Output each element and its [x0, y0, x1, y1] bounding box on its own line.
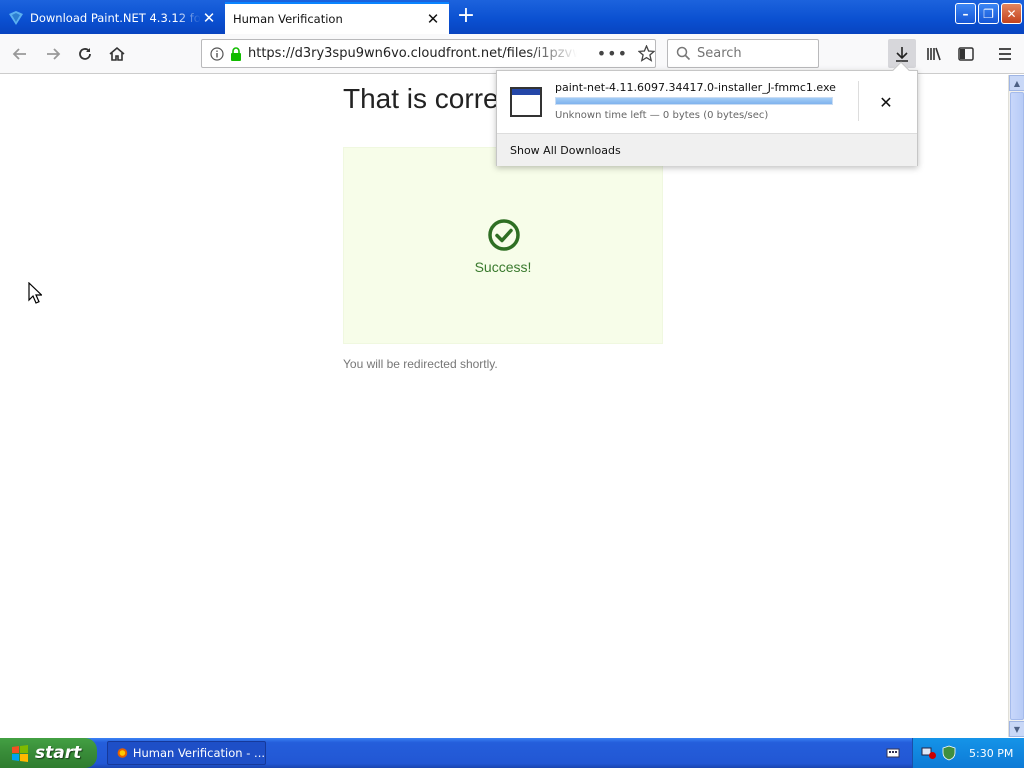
- reload-icon[interactable]: [73, 42, 97, 66]
- tab-title: Human Verification: [233, 12, 343, 26]
- page-content: That is correct! Success! You will be re…: [0, 75, 1008, 737]
- new-tab-button[interactable]: +: [452, 4, 480, 30]
- search-placeholder: Search: [697, 46, 742, 61]
- restore-button[interactable]: ❐: [978, 3, 999, 24]
- system-tray: 5:30 PM: [912, 738, 1024, 768]
- tab-human-verification[interactable]: Human Verification ✕: [225, 2, 449, 34]
- success-check-icon: [488, 219, 520, 251]
- redirect-message: You will be redirected shortly.: [343, 357, 498, 371]
- back-icon[interactable]: [8, 42, 32, 66]
- taskbar-item-label: Human Verification - ...: [132, 746, 265, 760]
- browser-app-icon: [117, 748, 128, 758]
- downloads-panel: paint-net-4.11.6097.34417.0-installer_J-…: [496, 61, 918, 166]
- navigation-toolbar: https://d3ry3spu9wn6vo.cloudfront.net/fi…: [0, 34, 1024, 74]
- home-icon[interactable]: [105, 42, 129, 66]
- bookmark-star-icon[interactable]: [638, 45, 655, 62]
- menu-icon[interactable]: [993, 42, 1017, 66]
- taskbar: start Human Verification - ... 5:30 PM: [0, 738, 1024, 768]
- minimize-button[interactable]: –: [955, 3, 976, 24]
- close-tab-icon[interactable]: ✕: [425, 11, 441, 27]
- tab-strip: Download Paint.NET 4.3.12 for W ✕ Human …: [0, 0, 1024, 34]
- search-icon: [676, 46, 691, 61]
- download-status: Unknown time left — 0 bytes (0 bytes/sec…: [555, 110, 769, 121]
- keyboard-icon[interactable]: [886, 746, 900, 760]
- info-icon[interactable]: [210, 46, 224, 61]
- exe-file-icon: [510, 87, 542, 117]
- download-progress-bar: [555, 97, 833, 105]
- paintnet-favicon-icon: [9, 11, 23, 25]
- divider: [858, 81, 859, 121]
- success-box: Success!: [343, 147, 663, 344]
- forward-icon[interactable]: [41, 42, 65, 66]
- start-button[interactable]: start: [0, 738, 97, 768]
- network-icon[interactable]: [921, 745, 937, 761]
- url-text: https://d3ry3spu9wn6vo.cloudfront.net/fi…: [248, 46, 577, 61]
- download-progress-fill: [556, 98, 832, 104]
- windows-flag-icon: [12, 745, 28, 762]
- page-actions-icon[interactable]: •••: [597, 44, 628, 63]
- lock-icon[interactable]: [230, 46, 242, 61]
- vertical-scrollbar[interactable]: ▲ ▼: [1008, 75, 1024, 737]
- library-icon[interactable]: [922, 42, 946, 66]
- download-filename[interactable]: paint-net-4.11.6097.34417.0-installer_J-…: [555, 81, 836, 94]
- scroll-thumb[interactable]: [1010, 92, 1024, 720]
- success-message: Success!: [474, 259, 532, 275]
- scroll-up-icon[interactable]: ▲: [1009, 75, 1024, 91]
- start-label: start: [35, 743, 82, 763]
- tab-download-paintnet[interactable]: Download Paint.NET 4.3.12 for W ✕: [0, 2, 225, 34]
- close-tab-icon[interactable]: ✕: [201, 10, 217, 26]
- scroll-down-icon[interactable]: ▼: [1009, 721, 1024, 737]
- mouse-cursor-icon: [28, 282, 42, 304]
- sidebar-icon[interactable]: [954, 42, 978, 66]
- url-bar[interactable]: https://d3ry3spu9wn6vo.cloudfront.net/fi…: [201, 39, 656, 68]
- clock[interactable]: 5:30 PM: [969, 747, 1013, 760]
- search-input[interactable]: Search: [667, 39, 819, 68]
- taskbar-item-human-verification[interactable]: Human Verification - ...: [107, 741, 266, 765]
- window-controls: – ❐ ✕: [955, 3, 1022, 24]
- close-window-button[interactable]: ✕: [1001, 3, 1022, 24]
- security-shield-icon[interactable]: [941, 745, 957, 761]
- cancel-download-icon[interactable]: ✕: [873, 89, 899, 115]
- show-all-downloads-button[interactable]: Show All Downloads: [497, 133, 917, 166]
- tab-title: Download Paint.NET 4.3.12 for W: [30, 11, 201, 25]
